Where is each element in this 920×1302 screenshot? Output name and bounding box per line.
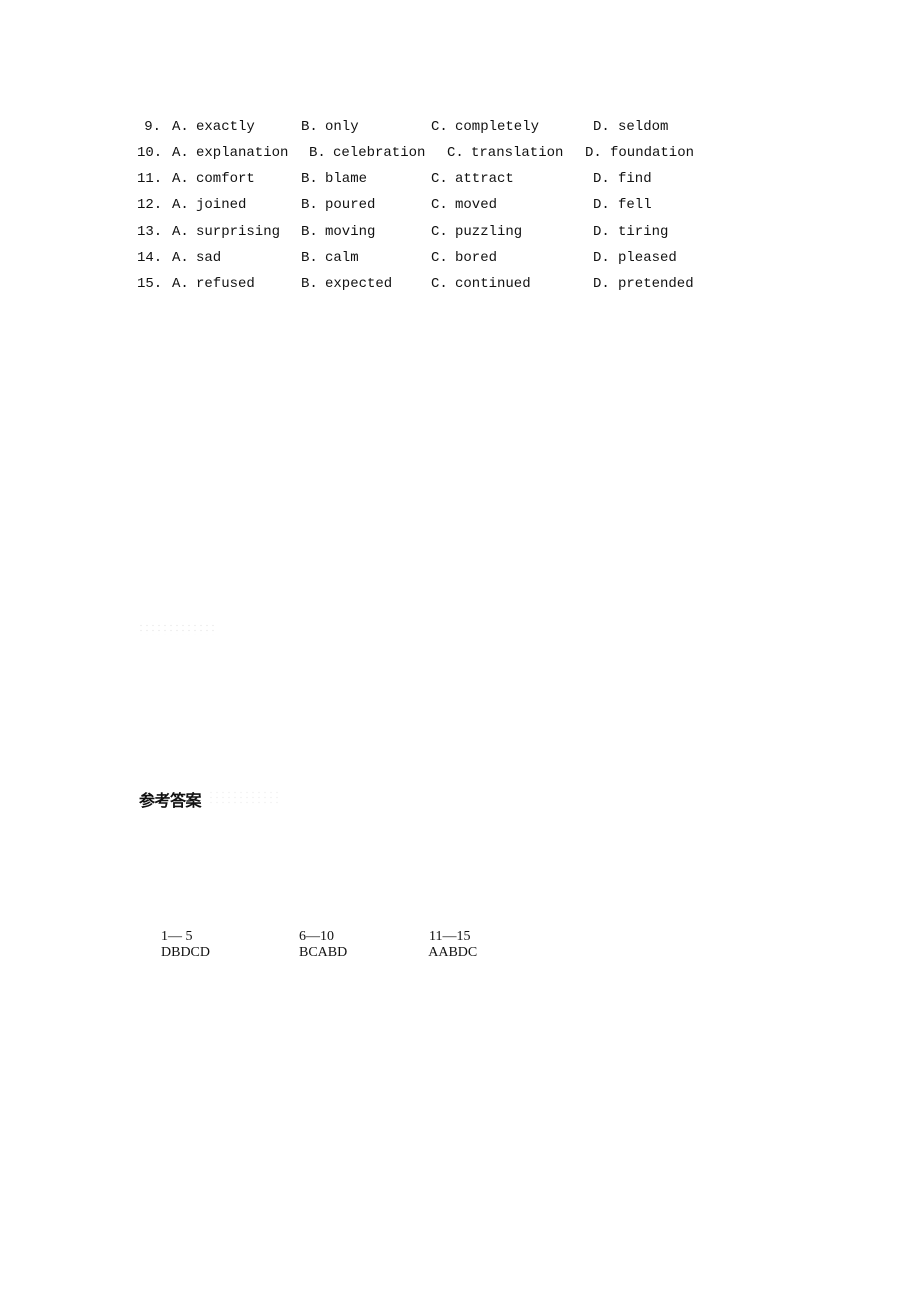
- option-c-text: puzzling: [455, 224, 523, 240]
- faint-watermark: [138, 623, 218, 635]
- answer-range: 6—10: [299, 929, 334, 944]
- answer-group: 1— 5 DBDCD: [147, 913, 210, 977]
- option-d-text: foundation: [610, 145, 695, 161]
- option-c-text: completely: [455, 119, 540, 135]
- question-row: 14. A. sad B. calm C. bored D. pleased: [0, 247, 677, 269]
- answer-range: 1— 5: [161, 929, 193, 944]
- option-a-text: surprising: [196, 224, 281, 240]
- option-b-label: B.: [301, 276, 318, 292]
- option-a-label: A.: [172, 197, 189, 213]
- option-b-label: B.: [309, 145, 326, 161]
- option-b-label: B.: [301, 171, 318, 187]
- option-d-label: D.: [593, 197, 610, 213]
- option-d-text: pretended: [618, 276, 694, 292]
- question-row: 15. A. refused B. expected C. continued …: [0, 273, 694, 295]
- question-number: 14.: [137, 250, 163, 266]
- option-a-text: comfort: [196, 171, 255, 187]
- option-b-text: moving: [325, 224, 376, 240]
- option-d-label: D.: [593, 224, 610, 240]
- question-number: 15.: [137, 276, 163, 292]
- option-c-label: C.: [431, 171, 448, 187]
- option-b-text: celebration: [333, 145, 426, 161]
- option-d-text: find: [618, 171, 652, 187]
- answer-group: 6—10 BCABD: [285, 913, 347, 977]
- option-c-text: translation: [471, 145, 564, 161]
- option-c-text: attract: [455, 171, 514, 187]
- answer-keys: AABDC: [428, 945, 478, 960]
- option-c-label: C.: [431, 276, 448, 292]
- option-c-text: continued: [455, 276, 531, 292]
- option-b-label: B.: [301, 224, 318, 240]
- question-row: 9. A. exactly B. only C. completely D. s…: [0, 116, 668, 138]
- option-a-label: A.: [172, 171, 189, 187]
- option-c-label: C.: [431, 250, 448, 266]
- question-row: 11. A. comfort B. blame C. attract D. fi…: [0, 168, 652, 190]
- option-d-label: D.: [593, 171, 610, 187]
- option-b-text: expected: [325, 276, 393, 292]
- option-a-label: A.: [172, 224, 189, 240]
- question-number: 9.: [144, 119, 161, 135]
- question-number: 12.: [137, 197, 163, 213]
- option-a-label: A.: [172, 276, 189, 292]
- question-row: 12. A. joined B. poured C. moved D. fell: [0, 194, 652, 216]
- option-a-label: A.: [172, 145, 189, 161]
- answer-keys: DBDCD: [161, 945, 211, 960]
- option-a-text: explanation: [196, 145, 289, 161]
- option-a-label: A.: [172, 250, 189, 266]
- option-a-text: refused: [196, 276, 255, 292]
- option-b-text: blame: [325, 171, 368, 187]
- option-c-label: C.: [431, 119, 448, 135]
- option-a-text: exactly: [196, 119, 255, 135]
- option-a-text: joined: [196, 197, 247, 213]
- question-number: 10.: [137, 145, 163, 161]
- option-c-label: C.: [447, 145, 464, 161]
- answer-key-heading: 参考答案: [139, 791, 202, 810]
- option-b-label: B.: [301, 119, 318, 135]
- option-d-text: pleased: [618, 250, 677, 266]
- answer-keys: BCABD: [299, 945, 348, 960]
- answer-range: 11—15: [429, 929, 471, 944]
- question-row: 10. A. explanation B. celebration C. tra…: [0, 142, 694, 164]
- option-c-text: bored: [455, 250, 498, 266]
- option-b-text: calm: [325, 250, 359, 266]
- question-number: 13.: [137, 224, 163, 240]
- option-d-label: D.: [593, 276, 610, 292]
- faint-watermark: [208, 790, 280, 804]
- answer-group: 11—15 AABDC: [415, 913, 477, 977]
- option-b-text: only: [325, 119, 359, 135]
- option-c-label: C.: [431, 224, 448, 240]
- option-d-text: tiring: [618, 224, 669, 240]
- question-row: 13. A. surprising B. moving C. puzzling …: [0, 221, 668, 243]
- option-b-label: B.: [301, 197, 318, 213]
- option-d-label: D.: [593, 119, 610, 135]
- option-c-text: moved: [455, 197, 498, 213]
- question-number: 11.: [137, 171, 163, 187]
- option-a-text: sad: [196, 250, 222, 266]
- option-a-label: A.: [172, 119, 189, 135]
- option-d-text: seldom: [618, 119, 669, 135]
- option-d-text: fell: [618, 197, 652, 213]
- option-d-label: D.: [593, 250, 610, 266]
- option-d-label: D.: [585, 145, 602, 161]
- option-c-label: C.: [431, 197, 448, 213]
- option-b-label: B.: [301, 250, 318, 266]
- option-b-text: poured: [325, 197, 376, 213]
